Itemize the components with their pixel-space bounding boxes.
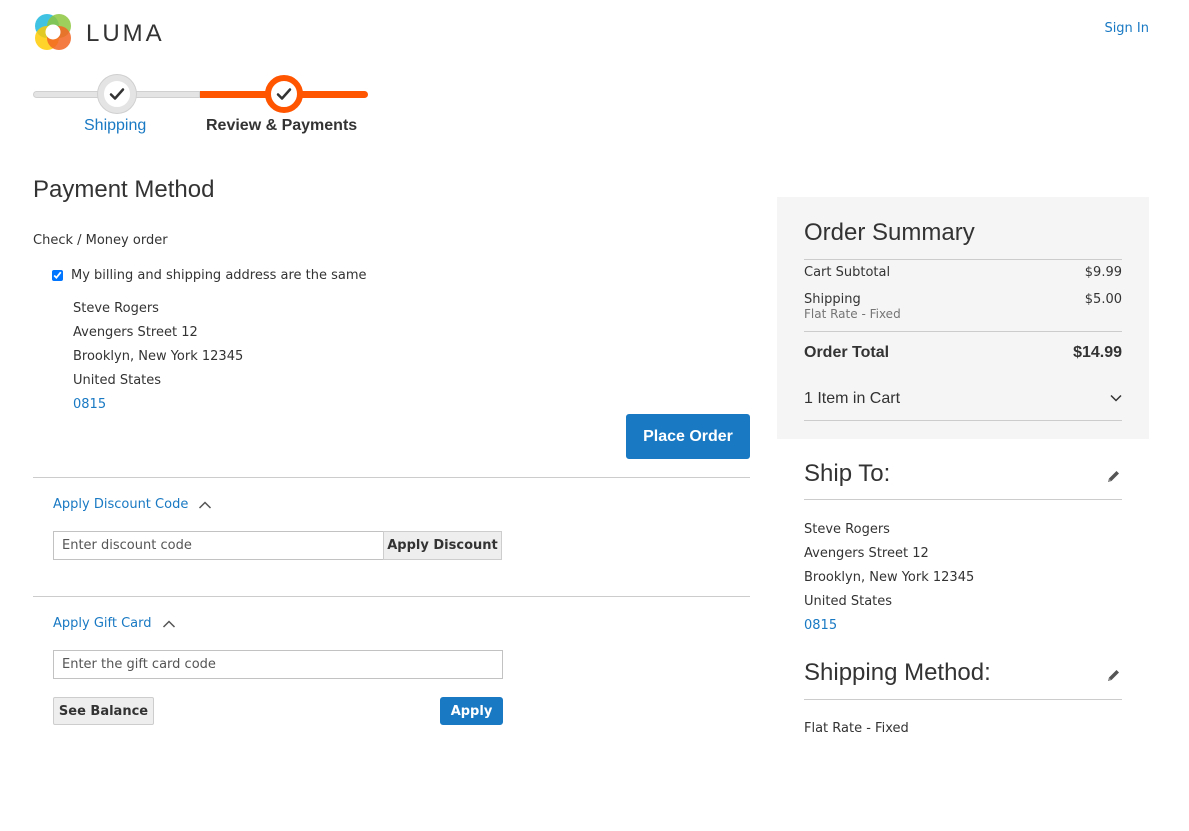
chevron-up-icon — [199, 500, 212, 509]
checkmark-icon — [276, 88, 292, 100]
chevron-down-icon — [1110, 394, 1122, 402]
step-shipping-label[interactable]: Shipping — [84, 117, 146, 135]
same-address-label: My billing and shipping address are the … — [71, 268, 367, 283]
ship-to-phone-link[interactable]: 0815 — [804, 614, 974, 638]
discount-code-toggle-label: Apply Discount Code — [53, 497, 189, 512]
divider — [804, 499, 1122, 500]
gift-card-toggle[interactable]: Apply Gift Card — [53, 616, 176, 631]
checkout-progress-bar: Shipping Review & Payments — [33, 70, 369, 140]
payment-method-title: Payment Method — [33, 176, 215, 203]
cart-subtotal-label: Cart Subtotal — [804, 265, 891, 280]
billing-address: Steve Rogers Avengers Street 12 Brooklyn… — [73, 297, 243, 417]
cart-subtotal-row: Cart Subtotal $9.99 — [804, 265, 1122, 280]
divider — [33, 596, 750, 597]
step-review-label: Review & Payments — [206, 117, 358, 134]
payment-method-option: Check / Money order — [33, 233, 168, 248]
discount-code-toggle[interactable]: Apply Discount Code — [53, 497, 212, 512]
checkmark-icon — [109, 88, 125, 100]
ship-to-city: Brooklyn, New York 12345 — [804, 570, 975, 585]
billing-country: United States — [73, 373, 162, 388]
gift-card-toggle-label: Apply Gift Card — [53, 616, 152, 631]
logo-text: LUMA — [86, 20, 165, 47]
ship-to-name: Steve Rogers — [804, 522, 890, 537]
items-in-cart-label: 1 Item in Cart — [804, 390, 901, 407]
billing-name: Steve Rogers — [73, 301, 159, 316]
shipping-method-value: Flat Rate - Fixed — [804, 721, 909, 736]
apply-discount-button[interactable]: Apply Discount — [383, 531, 502, 560]
order-total-label: Order Total — [804, 344, 890, 361]
pencil-icon[interactable] — [1106, 469, 1121, 484]
step-review-marker — [265, 75, 303, 113]
cart-subtotal-value: $9.99 — [1084, 265, 1122, 280]
discount-code-input[interactable] — [53, 531, 384, 560]
divider — [804, 420, 1122, 421]
billing-city: Brooklyn, New York 12345 — [73, 349, 244, 364]
order-total-value: $14.99 — [1073, 344, 1122, 361]
divider — [804, 699, 1122, 700]
step-shipping-marker[interactable] — [98, 75, 136, 113]
pencil-icon[interactable] — [1106, 668, 1121, 683]
place-order-button[interactable]: Place Order — [626, 414, 750, 459]
same-address-checkbox-row[interactable]: My billing and shipping address are the … — [52, 268, 367, 283]
order-summary-panel: Order Summary Cart Subtotal $9.99 Shippi… — [777, 197, 1149, 439]
ship-to-title: Ship To: — [804, 460, 891, 487]
divider — [804, 331, 1122, 332]
divider — [33, 477, 750, 478]
ship-to-street: Avengers Street 12 — [804, 546, 929, 561]
shipping-method-sub: Flat Rate - Fixed — [804, 307, 901, 321]
billing-street: Avengers Street 12 — [73, 325, 198, 340]
ship-to-address: Steve Rogers Avengers Street 12 Brooklyn… — [804, 518, 974, 638]
gift-card-input[interactable] — [53, 650, 503, 679]
chevron-up-icon — [162, 619, 175, 628]
shipping-method-title: Shipping Method: — [804, 659, 991, 686]
billing-phone-link[interactable]: 0815 — [73, 393, 243, 417]
shipping-row: Shipping Flat Rate - Fixed $5.00 — [804, 292, 1122, 321]
apply-gift-card-button[interactable]: Apply — [440, 697, 503, 725]
items-in-cart-toggle[interactable]: 1 Item in Cart — [804, 390, 1122, 408]
see-balance-button[interactable]: See Balance — [53, 697, 154, 725]
divider — [804, 259, 1122, 260]
same-address-checkbox[interactable] — [52, 270, 63, 281]
order-summary-title: Order Summary — [804, 219, 975, 246]
shipping-value: $5.00 — [1084, 292, 1122, 307]
order-total-row: Order Total $14.99 — [804, 344, 1122, 362]
ship-to-country: United States — [804, 594, 893, 609]
luma-logo-icon — [35, 14, 71, 50]
shipping-label: Shipping — [804, 292, 861, 307]
luma-logo[interactable]: LUMA — [33, 12, 173, 54]
sign-in-link[interactable]: Sign In — [1104, 21, 1149, 36]
